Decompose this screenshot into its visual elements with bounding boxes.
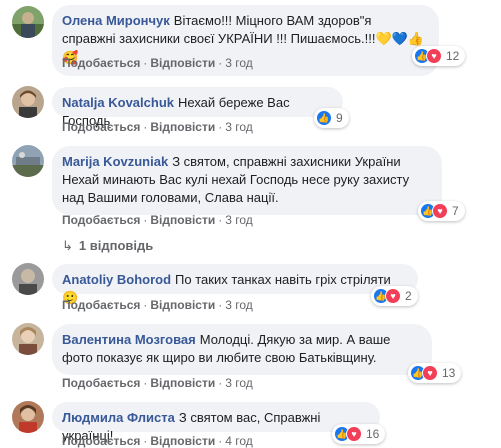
reaction-summary[interactable]: 👍 ♥ 13 — [408, 363, 462, 383]
love-reaction-icon: ♥ — [385, 288, 401, 304]
avatar[interactable] — [12, 86, 44, 118]
love-reaction-icon: ♥ — [426, 48, 442, 64]
reaction-count: 9 — [336, 111, 343, 125]
comment-bubble: Natalja Kovalchuk Нехай береже Вас Господ… — [52, 87, 343, 128]
comment-author[interactable]: Marija Kovzuniak — [62, 154, 168, 169]
avatar[interactable] — [12, 6, 44, 38]
comment-bubble: Валентина Мозговая Молодці. Дякую за мир.… — [52, 324, 432, 375]
reaction-count: 16 — [366, 427, 380, 441]
reply-button[interactable]: Відповісти — [150, 434, 215, 448]
comment-actions: Подобається · Відповісти · 3 год — [62, 120, 253, 134]
reply-button[interactable]: Відповісти — [150, 376, 215, 390]
comment-author[interactable]: Олена Мирончук — [62, 13, 170, 28]
avatar[interactable] — [12, 263, 44, 295]
comment-actions: Подобається · Відповісти · 3 год — [62, 213, 253, 227]
reaction-count: 2 — [405, 289, 412, 303]
reaction-summary[interactable]: 👍 ♥ 16 — [332, 424, 386, 444]
comment-actions: Подобається · Відповісти · 3 год — [62, 56, 253, 70]
timestamp[interactable]: 3 год — [225, 298, 253, 312]
comment-author[interactable]: Natalja Kovalchuk — [62, 95, 174, 110]
avatar[interactable] — [12, 145, 44, 177]
timestamp[interactable]: 3 год — [225, 376, 253, 390]
reaction-summary[interactable]: 👍 9 — [314, 108, 349, 128]
like-button[interactable]: Подобається — [62, 298, 140, 312]
timestamp[interactable]: 3 год — [225, 120, 253, 134]
reply-button[interactable]: Відповісти — [150, 56, 215, 70]
reaction-count: 13 — [442, 366, 456, 380]
view-replies-link[interactable]: ↳ 1 відповідь — [62, 238, 153, 254]
love-reaction-icon: ♥ — [422, 365, 438, 381]
like-button[interactable]: Подобається — [62, 376, 140, 390]
reply-arrow-icon: ↳ — [62, 238, 73, 253]
comment-actions: Подобається · Відповісти · 3 год — [62, 298, 253, 312]
like-button[interactable]: Подобається — [62, 56, 140, 70]
comment-actions: Подобається · Відповісти · 4 год — [62, 434, 253, 448]
reaction-summary[interactable]: 👍 ♥ 7 — [418, 201, 465, 221]
comment-bubble: Marija Kovzuniak З святом, справжні захис… — [52, 146, 442, 215]
reaction-summary[interactable]: 👍 ♥ 12 — [412, 46, 466, 66]
avatar[interactable] — [12, 401, 44, 433]
like-button[interactable]: Подобається — [62, 120, 140, 134]
timestamp[interactable]: 3 год — [225, 56, 253, 70]
love-reaction-icon: ♥ — [432, 203, 448, 219]
love-reaction-icon: ♥ — [346, 426, 362, 442]
reply-button[interactable]: Відповісти — [150, 213, 215, 227]
comment-bubble: Anatoliy Bohorod По таких танках навіть г… — [52, 264, 418, 306]
comment-author[interactable]: Валентина Мозговая — [62, 332, 196, 347]
comment-author[interactable]: Anatoliy Bohorod — [62, 272, 171, 287]
reply-button[interactable]: Відповісти — [150, 298, 215, 312]
comment-bubble: Людмила Флиста З святом вас, Справжні укр… — [52, 402, 380, 443]
comment-author[interactable]: Людмила Флиста — [62, 410, 175, 425]
timestamp[interactable]: 3 год — [225, 213, 253, 227]
like-button[interactable]: Подобається — [62, 434, 140, 448]
avatar[interactable] — [12, 323, 44, 355]
comment-text: По таких танках навіть гріх стріляти — [175, 272, 391, 287]
reply-button[interactable]: Відповісти — [150, 120, 215, 134]
replies-count: 1 відповідь — [78, 238, 154, 253]
reaction-count: 12 — [446, 49, 460, 63]
reaction-summary[interactable]: 👍 ♥ 2 — [371, 286, 418, 306]
comment-actions: Подобається · Відповісти · 3 год — [62, 376, 253, 390]
like-reaction-icon: 👍 — [316, 110, 332, 126]
timestamp[interactable]: 4 год — [225, 434, 253, 448]
like-button[interactable]: Подобається — [62, 213, 140, 227]
reaction-count: 7 — [452, 204, 459, 218]
